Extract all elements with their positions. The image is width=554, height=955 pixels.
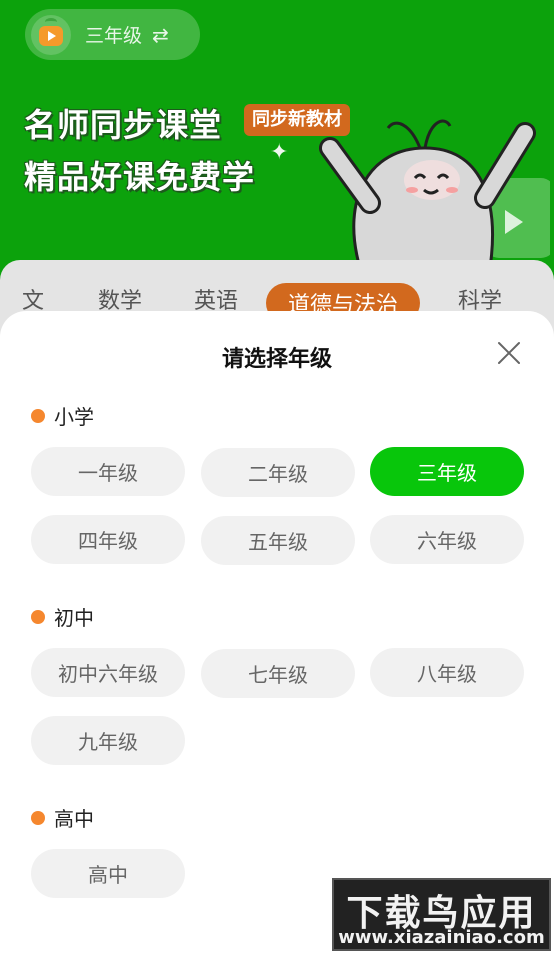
mascot-illustration bbox=[319, 119, 550, 268]
section-label: 高中 bbox=[54, 807, 94, 831]
grade-chip-selected[interactable]: 三年级 bbox=[370, 447, 524, 496]
section-primary: 小学 bbox=[31, 401, 94, 430]
close-icon[interactable] bbox=[497, 341, 521, 365]
section-senior-high: 高中 bbox=[31, 803, 94, 832]
hero-headline: 名师同步课堂 bbox=[24, 106, 223, 144]
section-label: 小学 bbox=[54, 405, 94, 429]
grade-chip[interactable]: 四年级 bbox=[31, 515, 185, 564]
grade-chip[interactable]: 一年级 bbox=[31, 447, 185, 496]
grade-chip[interactable]: 六年级 bbox=[370, 515, 524, 564]
current-grade-label: 三年级 bbox=[85, 25, 143, 47]
sheet-title: 请选择年级 bbox=[221, 347, 332, 372]
watermark: 下载鸟应用 www.xiazainiao.com bbox=[332, 878, 551, 951]
hero-banner: 三年级 ⇄ 名师同步课堂 同步新教材 ✦ 精品好课免费学 bbox=[0, 0, 554, 300]
swap-icon: ⇄ bbox=[152, 22, 169, 47]
section-dot bbox=[31, 408, 45, 423]
grade-chip[interactable]: 七年级 bbox=[201, 649, 355, 698]
section-dot bbox=[31, 810, 45, 825]
section-junior-high: 初中 bbox=[31, 602, 94, 631]
grade-chip[interactable]: 八年级 bbox=[370, 648, 524, 697]
grade-chip[interactable]: 九年级 bbox=[31, 716, 185, 765]
hero-subheadline: 精品好课免费学 bbox=[24, 158, 256, 196]
grade-chip[interactable]: 二年级 bbox=[201, 448, 355, 497]
sparkle-icon: ✦ bbox=[270, 140, 289, 165]
grade-chip[interactable]: 初中六年级 bbox=[31, 648, 185, 697]
grade-picker-sheet: 请选择年级 小学 一年级 二年级 三年级 四年级 五年级 六年级 初中 初中六年… bbox=[0, 311, 554, 955]
grade-chip[interactable]: 高中 bbox=[31, 849, 185, 898]
app-logo bbox=[31, 14, 71, 55]
section-label: 初中 bbox=[54, 606, 94, 630]
section-dot bbox=[31, 609, 45, 624]
watermark-url: www.xiazainiao.com bbox=[338, 927, 545, 948]
grade-switcher[interactable]: 三年级 ⇄ bbox=[25, 9, 200, 60]
grade-chip[interactable]: 五年级 bbox=[201, 516, 355, 565]
